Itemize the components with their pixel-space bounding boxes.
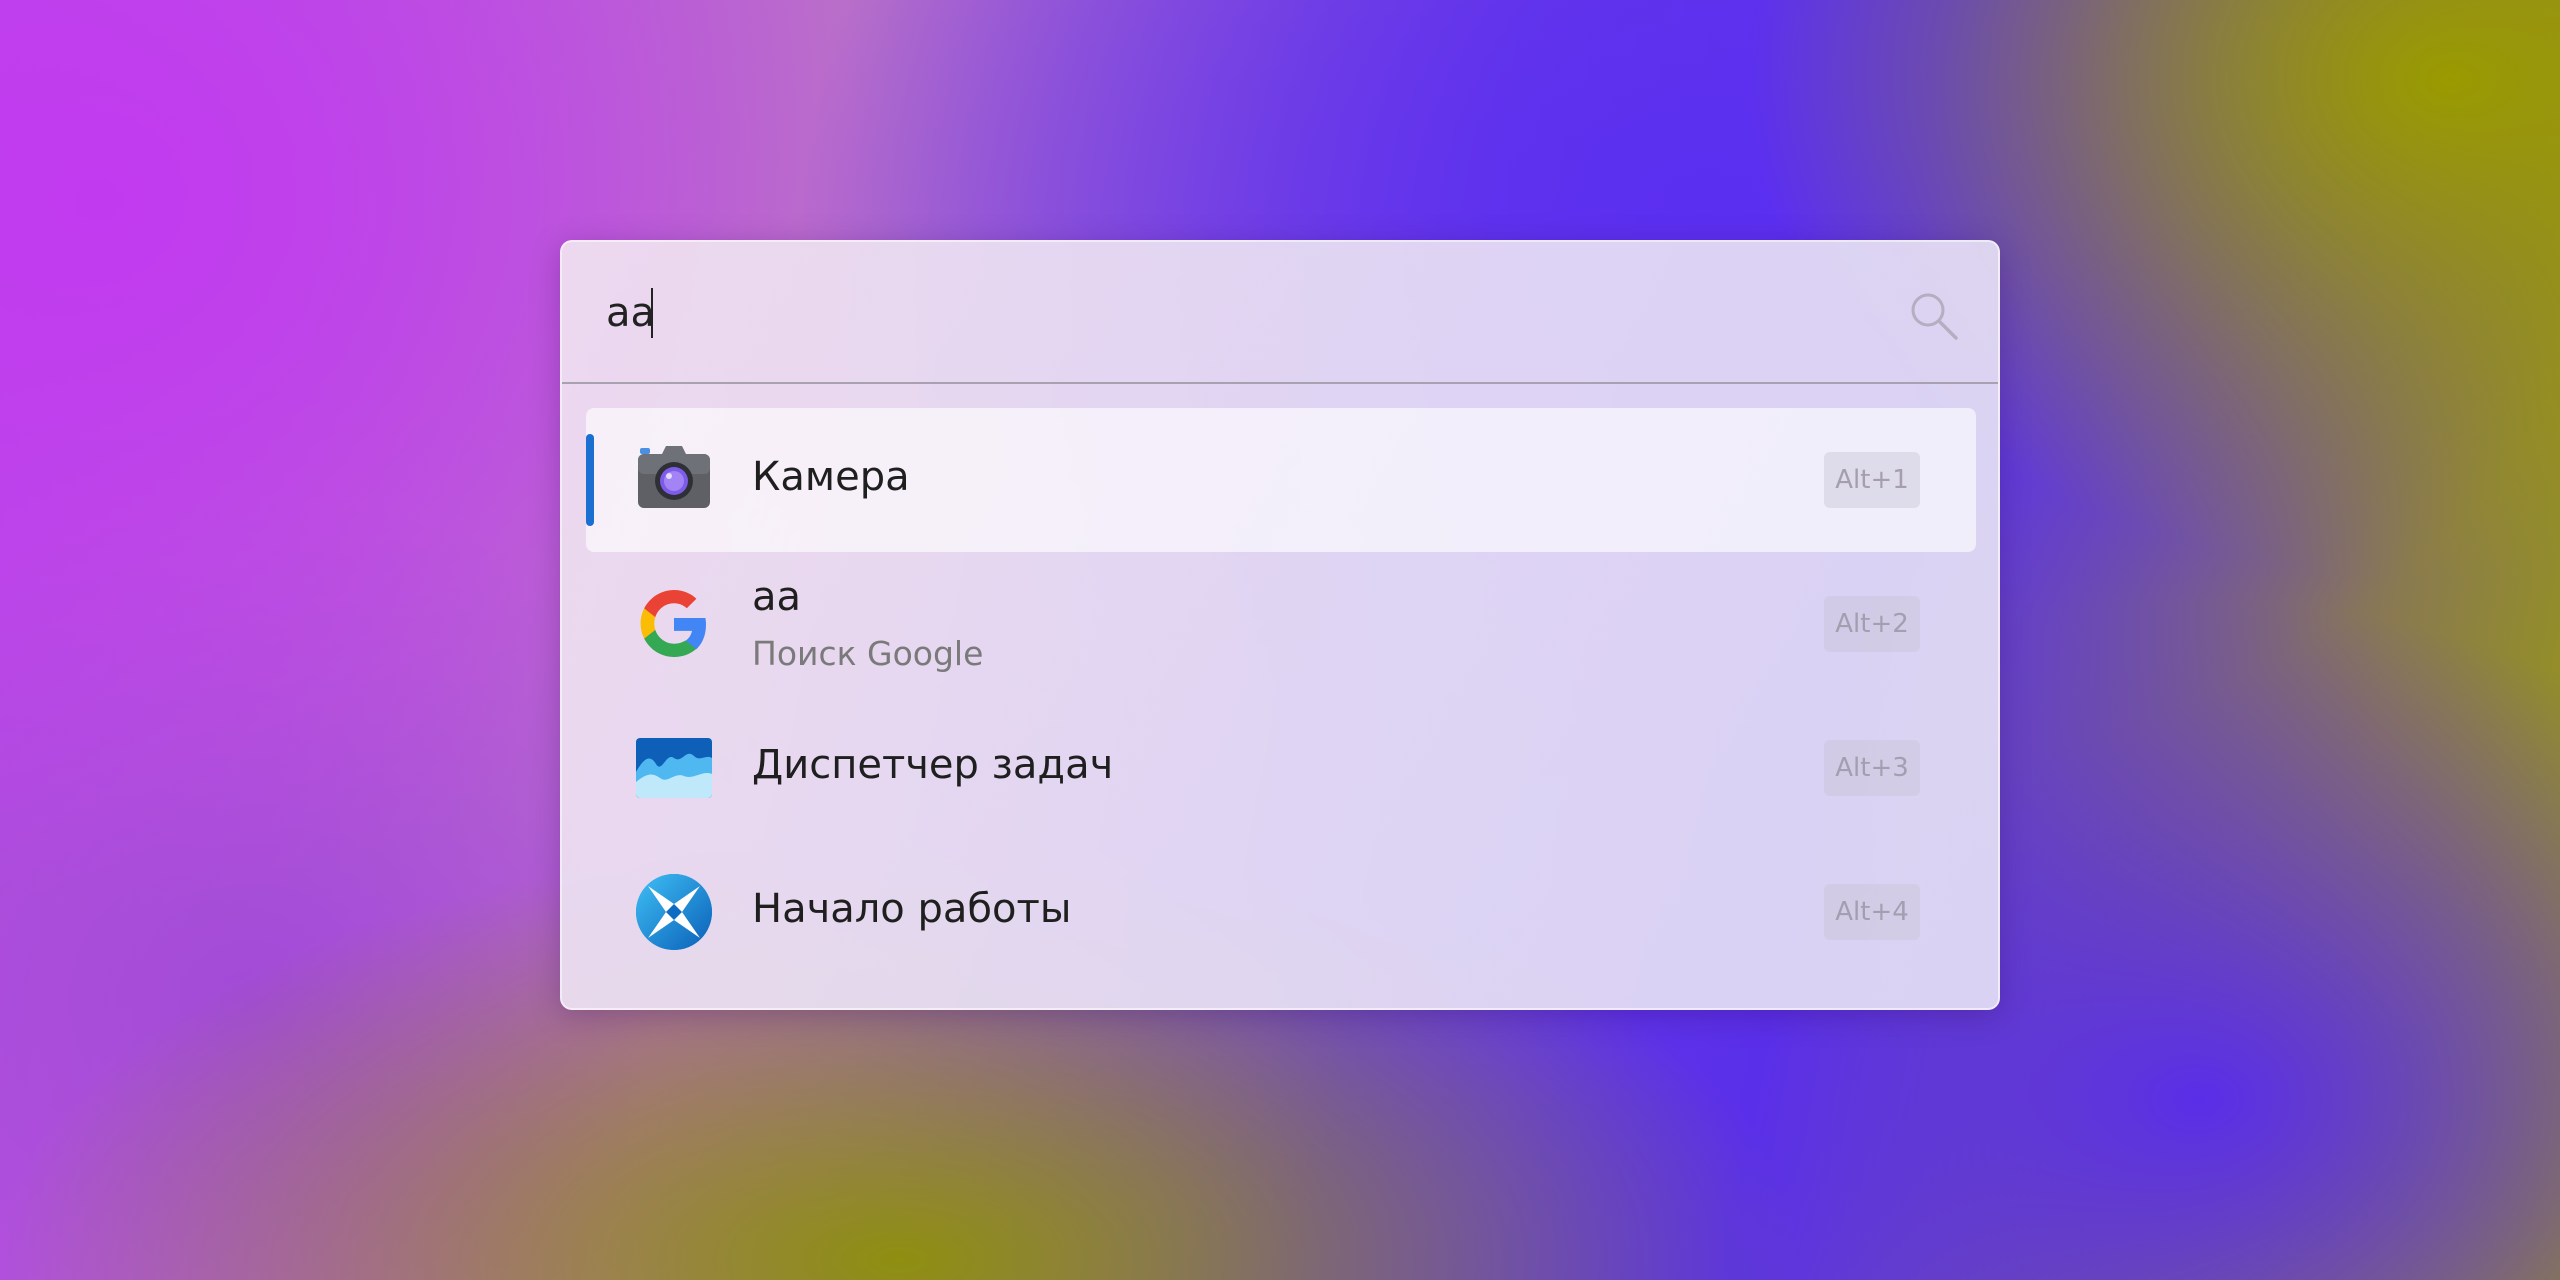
- result-item-get-started[interactable]: Начало работы Alt+4: [586, 840, 1976, 984]
- selection-indicator: [586, 434, 594, 526]
- result-title: Диспетчер задач: [752, 742, 1114, 788]
- result-subtitle: Поиск Google: [752, 634, 984, 673]
- search-input[interactable]: [606, 278, 1806, 348]
- launcher-panel: Камера Alt+1 aa Поиск Google Alt+2 Диспе…: [560, 240, 2000, 1010]
- search-bar: [562, 242, 1998, 384]
- result-title: Начало работы: [752, 886, 1072, 932]
- hotkey-badge: Alt+2: [1824, 596, 1920, 652]
- text-caret: [651, 288, 653, 338]
- result-title: aa: [752, 574, 802, 620]
- hotkey-badge: Alt+1: [1824, 452, 1920, 508]
- google-icon: [640, 590, 706, 657]
- hotkey-badge: Alt+3: [1824, 740, 1920, 796]
- camera-icon: [638, 446, 710, 508]
- hotkey-badge: Alt+4: [1824, 884, 1920, 940]
- result-item-google-search[interactable]: aa Поиск Google Alt+2: [586, 552, 1976, 696]
- result-title: Камера: [752, 454, 910, 500]
- get-started-icon: [636, 874, 712, 950]
- task-manager-icon: [636, 738, 712, 798]
- search-icon[interactable]: [1906, 288, 1962, 344]
- result-item-camera[interactable]: Камера Alt+1: [586, 408, 1976, 552]
- result-item-task-manager[interactable]: Диспетчер задач Alt+3: [586, 696, 1976, 840]
- results-list: Камера Alt+1 aa Поиск Google Alt+2 Диспе…: [586, 408, 1976, 984]
